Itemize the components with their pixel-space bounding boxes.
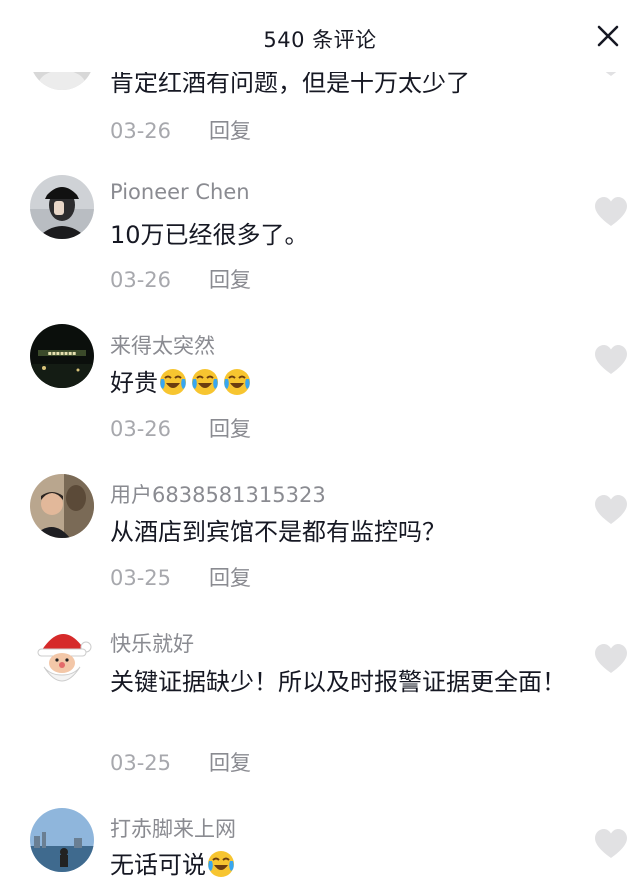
comment-text: 无话可说 <box>110 848 580 882</box>
comment-meta: 03-25 回复 <box>110 747 251 777</box>
comment-meta: 03-25 回复 <box>110 562 251 592</box>
comment-text: 好贵 <box>110 366 580 400</box>
svg-text:▪▪▪▪▪▪▪: ▪▪▪▪▪▪▪ <box>48 350 76 357</box>
avatar[interactable] <box>30 808 94 872</box>
comment-meta: 03-26 回复 <box>110 264 251 294</box>
comment-text: 10万已经很多了。 <box>110 221 309 249</box>
close-icon[interactable] <box>597 25 619 47</box>
laugh-cry-emoji-icon <box>224 369 250 395</box>
heart-icon[interactable] <box>594 828 628 860</box>
reply-button[interactable]: 回复 <box>209 566 251 590</box>
comment-meta: 03-26 回复 <box>110 115 251 145</box>
sheet-header: 540 条评论 <box>0 0 640 72</box>
laugh-cry-emoji-icon <box>160 369 186 395</box>
comment-text: 关键证据缺少！所以及时报警证据更全面！ <box>110 668 566 696</box>
reply-button[interactable]: 回复 <box>209 119 251 143</box>
avatar[interactable] <box>30 623 94 687</box>
comment-text: 从酒店到宾馆不是都有监控吗？ <box>110 518 446 546</box>
comment-author[interactable]: 打赤脚来上网 <box>110 813 236 843</box>
comment-count-title: 540 条评论 <box>263 28 377 52</box>
heart-icon[interactable] <box>594 196 628 228</box>
reply-button[interactable]: 回复 <box>209 417 251 441</box>
comment-author[interactable]: 来得太突然 <box>110 330 215 360</box>
comment-date: 03-26 <box>110 268 172 292</box>
laugh-cry-emoji-icon <box>208 851 234 877</box>
avatar[interactable] <box>30 175 94 239</box>
reply-button[interactable]: 回复 <box>209 268 251 292</box>
reply-button[interactable]: 回复 <box>209 751 251 775</box>
heart-icon[interactable] <box>594 344 628 376</box>
laugh-cry-emoji-icon <box>192 369 218 395</box>
comment-date: 03-26 <box>110 119 172 143</box>
comment-text-body: 无话可说 <box>110 851 206 879</box>
comment-meta: 03-26 回复 <box>110 413 251 443</box>
heart-icon[interactable] <box>594 494 628 526</box>
comment-date: 03-26 <box>110 417 172 441</box>
comment-author[interactable]: Pioneer Chen <box>110 180 250 204</box>
comment-author[interactable]: 快乐就好 <box>110 628 194 658</box>
close-button[interactable] <box>590 18 626 54</box>
comment-text-body: 好贵 <box>110 369 158 397</box>
avatar[interactable]: ▪▪▪▪▪▪▪ <box>30 324 94 388</box>
comment-author[interactable]: 用户6838581315323 <box>110 479 326 509</box>
heart-icon[interactable] <box>594 643 628 675</box>
comment-date: 03-25 <box>110 751 172 775</box>
comment-sheet: 肯定红酒有问题，但是十万太少了 03-26 回复 Pioneer Chen 10… <box>0 0 640 887</box>
comment-date: 03-25 <box>110 566 172 590</box>
avatar[interactable] <box>30 474 94 538</box>
